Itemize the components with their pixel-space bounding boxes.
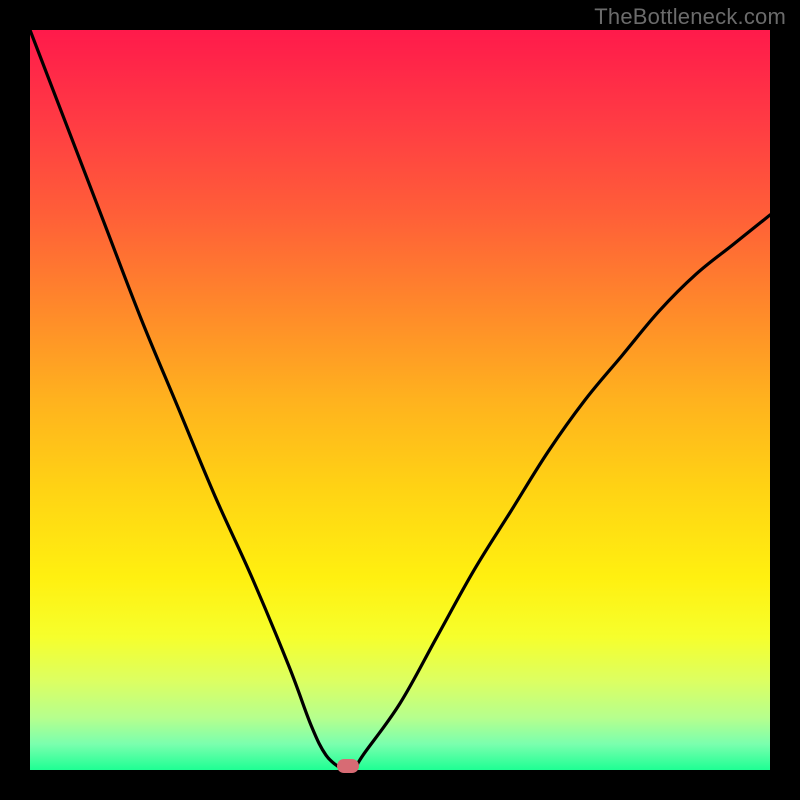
watermark-text: TheBottleneck.com xyxy=(594,4,786,30)
minimum-marker xyxy=(337,759,359,773)
outer-frame: TheBottleneck.com xyxy=(0,0,800,800)
bottleneck-chart xyxy=(30,30,770,770)
plot-background xyxy=(30,30,770,770)
